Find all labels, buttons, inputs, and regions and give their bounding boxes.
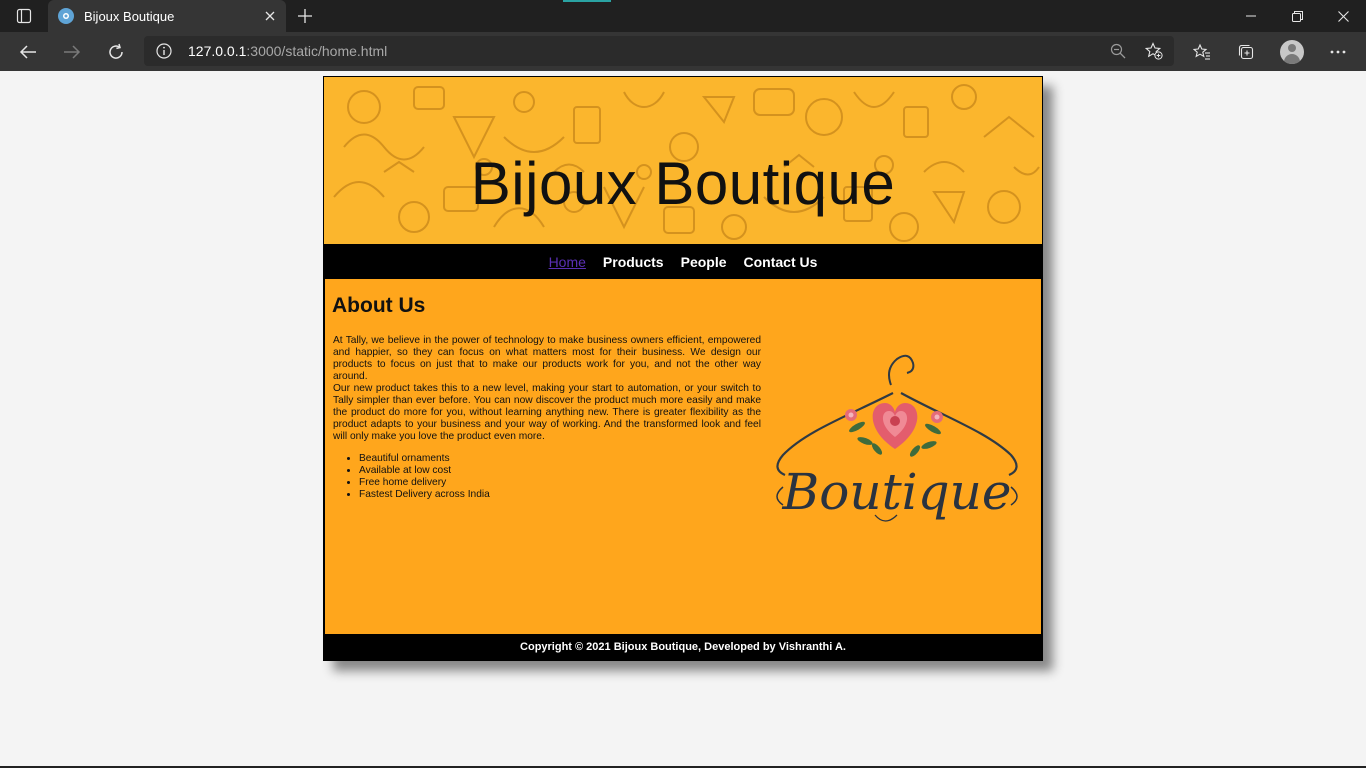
favorites-icon[interactable]: [1186, 36, 1218, 68]
site-footer: Copyright © 2021 Bijoux Boutique, Develo…: [324, 634, 1042, 660]
site-favicon: [58, 8, 74, 24]
zoom-out-icon[interactable]: [1108, 41, 1128, 61]
forward-arrow-icon[interactable]: [56, 36, 88, 68]
list-item: Fastest Delivery across India: [359, 489, 490, 501]
nav-people-link[interactable]: People: [681, 254, 727, 270]
minimize-icon[interactable]: [1228, 0, 1274, 32]
address-bar[interactable]: 127.0.0.1:3000/static/home.html: [144, 36, 1174, 66]
plus-icon[interactable]: [292, 4, 318, 28]
refresh-icon[interactable]: [100, 36, 132, 68]
browser-toolbar: 127.0.0.1:3000/static/home.html: [0, 32, 1366, 71]
url-path: :3000/static/home.html: [246, 43, 388, 59]
nav-contact-link[interactable]: Contact Us: [744, 254, 818, 270]
more-icon[interactable]: [1322, 36, 1354, 68]
boutique-logo: Boutique: [776, 354, 1018, 522]
header-banner: Bijoux Boutique: [324, 77, 1042, 244]
active-tab[interactable]: Bijoux Boutique: [48, 0, 286, 32]
list-item: Free home delivery: [359, 477, 490, 489]
info-icon[interactable]: [156, 43, 172, 64]
back-arrow-icon[interactable]: [12, 36, 44, 68]
restore-icon[interactable]: [1274, 0, 1320, 32]
tab-title: Bijoux Boutique: [84, 8, 175, 24]
tab-actions-icon[interactable]: [10, 6, 38, 26]
about-paragraph-1: At Tally, we believe in the power of tec…: [333, 335, 761, 382]
url-host: 127.0.0.1: [188, 43, 247, 59]
site-container: Bijoux Boutique Home Products People Con…: [323, 76, 1043, 661]
about-heading: About Us: [332, 294, 426, 317]
about-section: About Us At Tally, we believe in the pow…: [325, 279, 1041, 634]
nav-home-link[interactable]: Home: [549, 254, 586, 270]
nav-products-link[interactable]: Products: [603, 254, 664, 270]
profile-avatar[interactable]: [1280, 40, 1304, 64]
about-paragraph-2: Our new product takes this to a new leve…: [333, 383, 761, 442]
close-icon[interactable]: [258, 4, 282, 28]
main-nav: Home Products People Contact Us: [324, 244, 1042, 278]
tab-indicator: [563, 0, 611, 2]
collections-icon[interactable]: [1230, 36, 1262, 68]
list-item: Available at low cost: [359, 465, 490, 477]
features-list: Beautiful ornaments Available at low cos…: [359, 453, 490, 501]
close-window-icon[interactable]: [1320, 0, 1366, 32]
about-text: At Tally, we believe in the power of tec…: [333, 335, 761, 443]
add-favorite-icon[interactable]: [1144, 41, 1164, 61]
logo-text: Boutique: [782, 463, 1012, 521]
list-item: Beautiful ornaments: [359, 453, 490, 465]
url-text[interactable]: 127.0.0.1:3000/static/home.html: [188, 43, 387, 59]
site-title: Bijoux Boutique: [470, 150, 896, 217]
browser-tab-bar: Bijoux Boutique: [0, 0, 1366, 32]
